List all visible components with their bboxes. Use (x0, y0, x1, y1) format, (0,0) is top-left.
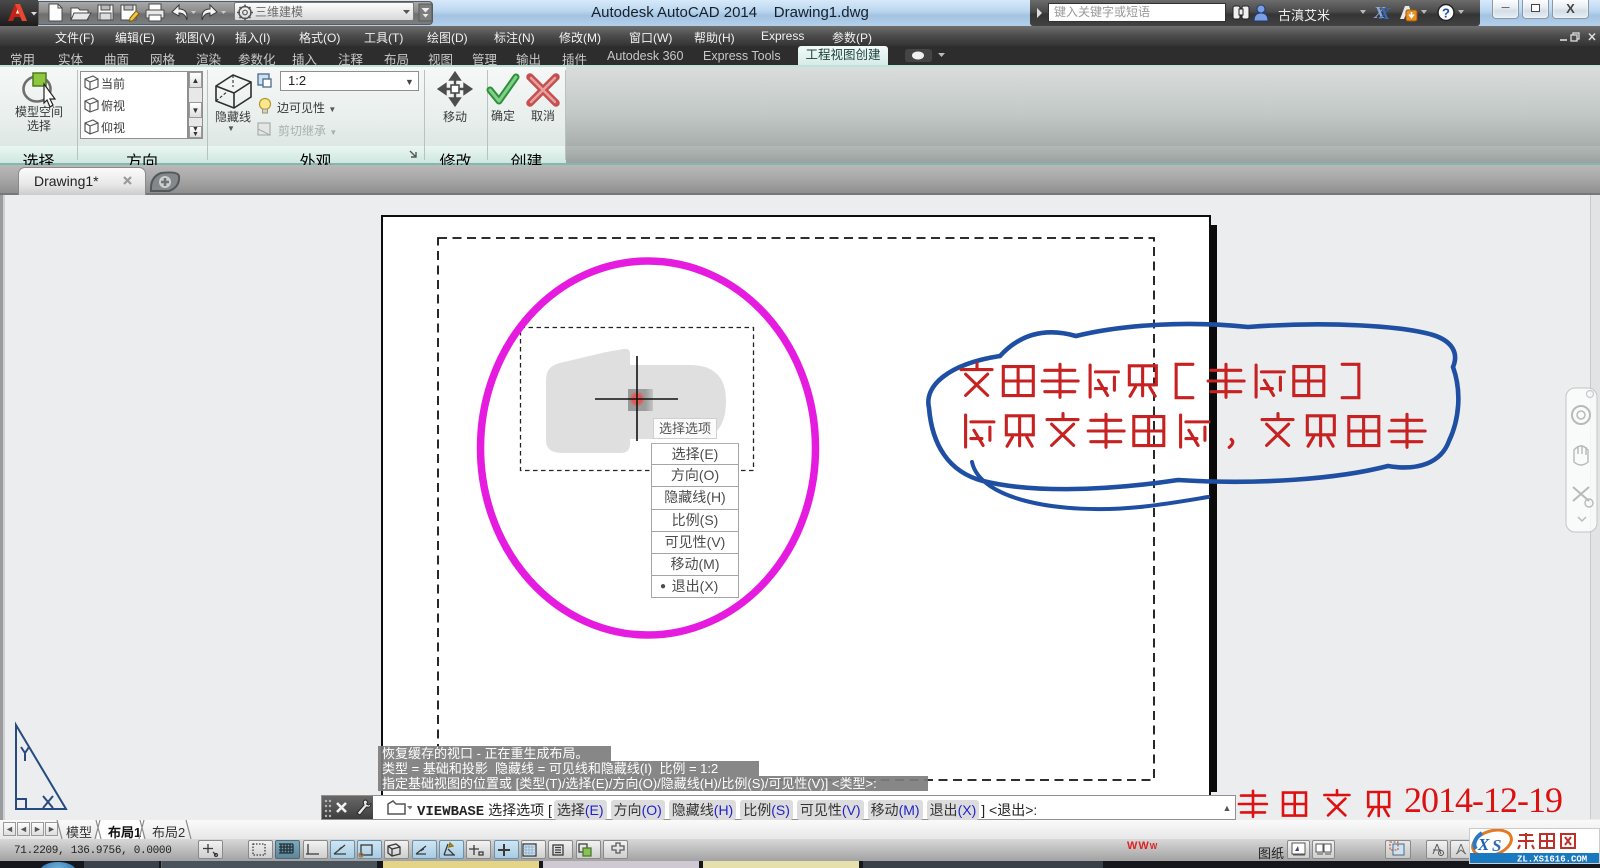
svg-text:S: S (1492, 836, 1501, 855)
svg-text:X: X (1477, 835, 1490, 854)
svg-text:ZL.XS1616.COM: ZL.XS1616.COM (1517, 855, 1587, 864)
svg-text:?: ? (1442, 6, 1450, 21)
svg-text:X: X (1378, 4, 1391, 23)
